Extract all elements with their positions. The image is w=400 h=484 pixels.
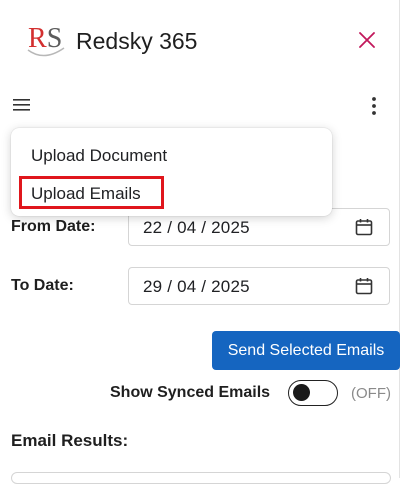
toggle-state-text: (OFF) (351, 385, 391, 402)
hamburger-menu-button[interactable] (11, 95, 31, 115)
to-date-label: To Date: (11, 277, 74, 294)
close-button[interactable] (354, 27, 380, 53)
email-results-panel (11, 472, 391, 484)
send-selected-emails-button[interactable]: Send Selected Emails (212, 331, 400, 370)
menu-item-upload-document[interactable]: Upload Document (11, 140, 332, 176)
to-date-input[interactable]: 29 / 04 / 2025 (128, 267, 390, 305)
hamburger-menu-icon (12, 99, 30, 111)
show-synced-emails-label: Show Synced Emails (110, 384, 271, 401)
toggle-knob (293, 384, 310, 401)
more-options-button[interactable] (364, 95, 384, 117)
from-date-label: From Date: (11, 218, 96, 235)
menu-item-label: Upload Document (31, 146, 168, 165)
show-synced-emails-toggle[interactable] (288, 380, 338, 406)
calendar-icon[interactable] (355, 277, 373, 295)
highlight-box (19, 176, 164, 209)
calendar-icon[interactable] (355, 218, 373, 236)
close-icon (359, 32, 375, 48)
app-title: Redsky 365 (76, 28, 198, 54)
more-vertical-icon (372, 97, 376, 115)
app-header: RS Redsky 365 (0, 0, 400, 82)
from-date-value: 22 / 04 / 2025 (143, 218, 250, 237)
email-results-heading: Email Results: (11, 431, 129, 450)
to-date-value: 29 / 04 / 2025 (143, 277, 250, 296)
dropdown-menu: Upload Document Upload Emails (11, 128, 332, 216)
redsky-logo: RS (24, 20, 70, 64)
logo-swoosh-icon (27, 47, 65, 57)
